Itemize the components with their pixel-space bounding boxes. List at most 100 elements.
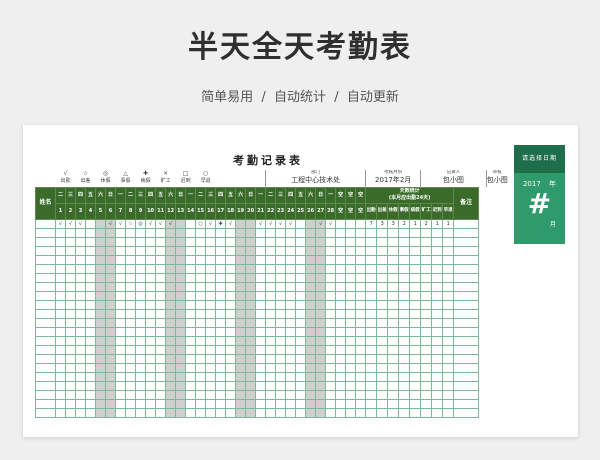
attendance-cell[interactable] [195, 380, 207, 391]
attendance-cell[interactable] [155, 389, 167, 400]
employee-name-cell[interactable] [35, 326, 56, 337]
attendance-cell[interactable] [295, 389, 307, 400]
attendance-cell[interactable] [105, 263, 117, 274]
attendance-cell[interactable] [305, 218, 317, 229]
attendance-cell[interactable] [315, 236, 327, 247]
attendance-cell[interactable] [325, 308, 337, 319]
attendance-cell[interactable] [125, 389, 137, 400]
attendance-cell[interactable] [245, 281, 257, 292]
attendance-cell[interactable] [95, 380, 107, 391]
attendance-cell[interactable] [335, 236, 347, 247]
attendance-cell[interactable] [95, 389, 107, 400]
attendance-cell[interactable] [195, 407, 207, 418]
attendance-cell[interactable] [275, 272, 287, 283]
attendance-cell[interactable] [75, 362, 87, 373]
attendance-cell[interactable] [235, 254, 247, 265]
attendance-cell[interactable] [64, 290, 77, 301]
attendance-cell[interactable] [205, 362, 217, 373]
attendance-cell[interactable] [215, 317, 227, 328]
attendance-cell[interactable] [245, 398, 257, 409]
attendance-cell[interactable] [165, 407, 177, 418]
attendance-cell[interactable] [64, 308, 77, 319]
attendance-cell[interactable] [145, 290, 157, 301]
attendance-cell[interactable] [175, 371, 187, 382]
attendance-cell[interactable] [145, 317, 157, 328]
attendance-cell[interactable] [335, 389, 347, 400]
attendance-cell[interactable] [245, 362, 257, 373]
attendance-cell[interactable] [345, 227, 357, 238]
attendance-cell[interactable] [165, 281, 177, 292]
attendance-cell[interactable] [155, 371, 167, 382]
remark-cell[interactable] [453, 317, 480, 328]
attendance-cell[interactable] [325, 353, 337, 364]
attendance-cell[interactable] [175, 335, 187, 346]
attendance-cell[interactable] [95, 335, 107, 346]
attendance-cell[interactable] [215, 362, 227, 373]
attendance-cell[interactable] [215, 290, 227, 301]
attendance-cell[interactable] [75, 290, 87, 301]
attendance-cell[interactable] [275, 263, 287, 274]
attendance-cell[interactable] [195, 398, 207, 409]
attendance-cell[interactable] [64, 263, 77, 274]
attendance-cell[interactable] [105, 326, 117, 337]
attendance-cell[interactable] [165, 254, 177, 265]
attendance-cell[interactable] [95, 245, 107, 256]
attendance-cell[interactable] [295, 308, 307, 319]
attendance-cell[interactable] [125, 308, 137, 319]
attendance-cell[interactable] [305, 227, 317, 238]
attendance-cell[interactable] [275, 335, 287, 346]
attendance-cell[interactable] [105, 380, 117, 391]
attendance-cell[interactable] [355, 272, 367, 283]
attendance-cell[interactable] [305, 245, 317, 256]
attendance-cell[interactable] [195, 299, 207, 310]
attendance-cell[interactable] [205, 353, 217, 364]
attendance-cell[interactable] [75, 389, 87, 400]
attendance-cell[interactable] [305, 281, 317, 292]
attendance-cell[interactable] [275, 290, 287, 301]
attendance-cell[interactable] [275, 308, 287, 319]
attendance-cell[interactable] [195, 263, 207, 274]
attendance-cell[interactable] [265, 353, 277, 364]
attendance-cell[interactable] [215, 245, 227, 256]
attendance-cell[interactable] [195, 227, 207, 238]
dept-value[interactable]: 工程中心技术处 [267, 176, 366, 185]
attendance-cell[interactable] [85, 299, 97, 310]
attendance-cell[interactable] [105, 344, 117, 355]
attendance-cell[interactable] [165, 272, 177, 283]
attendance-cell[interactable] [285, 308, 297, 319]
attendance-cell[interactable] [115, 290, 127, 301]
attendance-cell[interactable] [185, 272, 197, 283]
attendance-cell[interactable] [155, 272, 167, 283]
attendance-cell[interactable] [75, 380, 87, 391]
attendance-cell[interactable] [255, 326, 267, 337]
remark-cell[interactable] [453, 344, 480, 355]
attendance-cell[interactable] [345, 308, 357, 319]
attendance-cell[interactable] [155, 227, 167, 238]
attendance-cell[interactable] [55, 227, 66, 238]
attendance-cell[interactable] [85, 371, 97, 382]
attendance-cell[interactable] [285, 353, 297, 364]
attendance-cell[interactable] [145, 308, 157, 319]
attendance-cell[interactable] [295, 353, 307, 364]
attendance-cell[interactable] [335, 353, 347, 364]
attendance-cell[interactable] [185, 398, 197, 409]
attendance-cell[interactable] [75, 236, 87, 247]
attendance-cell[interactable] [115, 263, 127, 274]
attendance-cell[interactable] [55, 317, 66, 328]
attendance-cell[interactable] [185, 344, 197, 355]
attendance-cell[interactable] [64, 371, 77, 382]
attendance-cell[interactable]: √ [275, 218, 287, 229]
date-picker-card[interactable]: 请选择日期 2017 年 # 月 [514, 145, 565, 244]
attendance-cell[interactable] [175, 299, 187, 310]
attendance-cell[interactable] [215, 263, 227, 274]
attendance-cell[interactable] [295, 281, 307, 292]
attendance-cell[interactable] [95, 272, 107, 283]
attendance-cell[interactable] [85, 290, 97, 301]
attendance-cell[interactable] [205, 308, 217, 319]
attendance-cell[interactable] [125, 335, 137, 346]
attendance-cell[interactable] [205, 407, 217, 418]
attendance-cell[interactable] [305, 389, 317, 400]
attendance-cell[interactable] [205, 254, 217, 265]
attendance-cell[interactable] [165, 308, 177, 319]
attendance-cell[interactable] [265, 281, 277, 292]
